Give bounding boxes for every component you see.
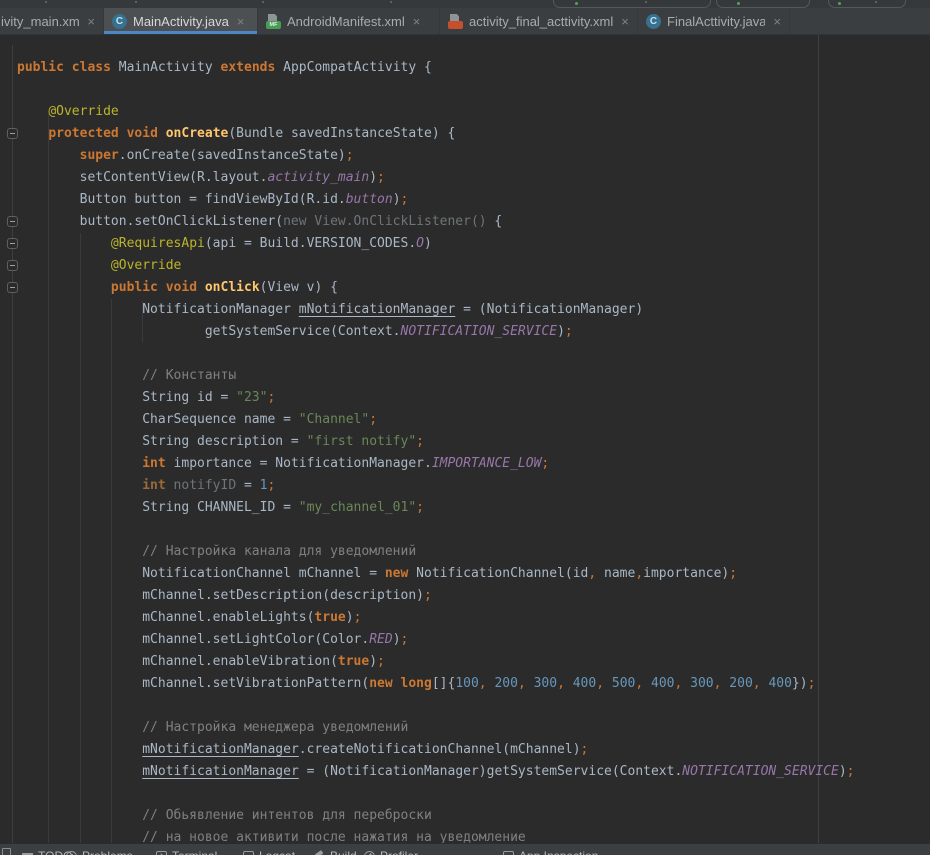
terminal-icon bbox=[156, 851, 167, 855]
main-toolbar-cropped bbox=[0, 0, 930, 8]
code-line: // Константы bbox=[17, 365, 930, 387]
code-line: @Override bbox=[17, 255, 930, 277]
code-line: int notifyID = 1; bbox=[17, 475, 930, 497]
editor-tab-bar: ivity_main.xml × C MainActivity.java × MF Andr… bbox=[0, 8, 930, 35]
tool-window-label: Logcat bbox=[259, 849, 295, 855]
tool-window-button-build[interactable]: Build bbox=[314, 849, 357, 855]
tool-window-label: Build bbox=[330, 849, 357, 855]
tab-label: activity_final_acttivity.xml bbox=[469, 14, 613, 29]
tool-window-button-logcat[interactable]: Logcat bbox=[243, 849, 295, 855]
code-line: @Override bbox=[17, 101, 930, 123]
tab-close-icon[interactable]: × bbox=[413, 15, 421, 28]
app-inspection-icon bbox=[503, 851, 514, 855]
tool-window-bar: TODO Problems Terminal Logcat Build Profiler A… bbox=[0, 843, 930, 855]
code-line: String description = "first notify"; bbox=[17, 431, 930, 453]
tab-label: FinalActtivity.java bbox=[667, 14, 765, 29]
tool-window-button-app-inspection[interactable]: App Inspection bbox=[503, 849, 598, 855]
code-line: mChannel.enableVibration(true); bbox=[17, 651, 930, 673]
debug-icon bbox=[737, 2, 740, 5]
code-line: String id = "23"; bbox=[17, 387, 930, 409]
editor-tab-activity_final_acttivity.xml[interactable]: activity_final_acttivity.xml × bbox=[440, 8, 638, 34]
code-line: super.onCreate(savedInstanceState); bbox=[17, 145, 930, 167]
tab-label: MainActivity.java bbox=[133, 14, 229, 29]
tool-window-label: Profiler bbox=[380, 849, 418, 855]
tab-close-icon[interactable]: × bbox=[87, 15, 95, 28]
android-studio-window: ivity_main.xml × C MainActivity.java × MF Andr… bbox=[0, 0, 930, 855]
java-class-icon: C bbox=[112, 14, 127, 29]
status-dot-icon bbox=[838, 2, 841, 5]
toolbar-icon-fragment bbox=[45, 1, 47, 3]
code-line: mNotificationManager = (NotificationMana… bbox=[17, 761, 930, 783]
code-line bbox=[17, 783, 930, 805]
code-line: // Настройка канала для уведомлений bbox=[17, 541, 930, 563]
tool-window-button-profiler[interactable]: Profiler bbox=[364, 849, 418, 855]
layout-file-icon bbox=[448, 14, 463, 29]
code-line: getSystemService(Context.NOTIFICATION_SE… bbox=[17, 321, 930, 343]
code-line: NotificationManager mNotificationManager… bbox=[17, 299, 930, 321]
tab-close-icon[interactable]: × bbox=[621, 15, 629, 28]
code-line: setContentView(R.layout.activity_main); bbox=[17, 167, 930, 189]
tool-window-button-todo[interactable]: TODO bbox=[22, 849, 72, 855]
tool-window-label: App Inspection bbox=[519, 849, 598, 855]
code-line: mChannel.setLightColor(Color.RED); bbox=[17, 629, 930, 651]
code-line: Button button = findViewById(R.id.button… bbox=[17, 189, 930, 211]
toolbar-icon-fragment bbox=[262, 1, 264, 3]
code-line: @RequiresApi(api = Build.VERSION_CODES.O… bbox=[17, 233, 930, 255]
code-line: CharSequence name = "Channel"; bbox=[17, 409, 930, 431]
tool-window-button-terminal[interactable]: Terminal bbox=[156, 849, 217, 855]
editor-tab-ivity_main.xml[interactable]: ivity_main.xml × bbox=[0, 8, 104, 34]
code-line: NotificationChannel mChannel = new Notif… bbox=[17, 563, 930, 585]
code-line: button.setOnClickListener(new View.OnCli… bbox=[17, 211, 930, 233]
tool-window-label: Problems bbox=[82, 849, 133, 855]
profiler-gauge-icon bbox=[364, 851, 375, 855]
toolbar-icon-fragment bbox=[390, 1, 392, 3]
code-line bbox=[17, 695, 930, 717]
code-line: protected void onCreate(Bundle savedInst… bbox=[17, 123, 930, 145]
code-line: // Обьявление интентов для переброски bbox=[17, 805, 930, 827]
toolbar-icon-fragment bbox=[875, 1, 877, 3]
code-line: public void onClick(View v) { bbox=[17, 277, 930, 299]
java-class-icon: C bbox=[646, 14, 661, 29]
tool-window-button-problems[interactable]: Problems bbox=[66, 849, 133, 855]
code-lines: public class MainActivity extends AppCom… bbox=[0, 35, 930, 843]
code-line: mChannel.setDescription(description); bbox=[17, 585, 930, 607]
logcat-icon bbox=[243, 851, 254, 855]
code-line bbox=[17, 519, 930, 541]
code-line: mNotificationManager.createNotificationC… bbox=[17, 739, 930, 761]
code-line: // на новое активити после нажатия на ув… bbox=[17, 827, 930, 843]
build-hammer-icon bbox=[314, 851, 325, 855]
tab-label: AndroidManifest.xml bbox=[287, 14, 405, 29]
code-line: mChannel.setVibrationPattern(new long[]{… bbox=[17, 673, 930, 695]
code-line: public class MainActivity extends AppCom… bbox=[17, 57, 930, 79]
problems-icon bbox=[66, 851, 77, 855]
tool-window-label: Terminal bbox=[172, 849, 217, 855]
manifest-file-icon: MF bbox=[266, 14, 281, 29]
code-line: String CHANNEL_ID = "my_channel_01"; bbox=[17, 497, 930, 519]
code-editor[interactable]: public class MainActivity extends AppCom… bbox=[0, 35, 930, 843]
code-line bbox=[17, 79, 930, 101]
tab-close-icon[interactable]: × bbox=[773, 15, 781, 28]
tab-close-icon[interactable]: × bbox=[237, 15, 245, 28]
run-buttons-group-fragment bbox=[716, 0, 810, 8]
code-line: mChannel.enableLights(true); bbox=[17, 607, 930, 629]
code-line bbox=[17, 343, 930, 365]
editor-tab-FinalActtivity.java[interactable]: C FinalActtivity.java × bbox=[638, 8, 790, 34]
tool-window-icon-fragment bbox=[2, 848, 11, 855]
code-line: int importance = NotificationManager.IMP… bbox=[17, 453, 930, 475]
tab-label: ivity_main.xml bbox=[1, 14, 79, 29]
toolbar-icon-fragment bbox=[135, 1, 137, 3]
editor-tab-MainActivity.java[interactable]: C MainActivity.java × bbox=[104, 8, 258, 34]
code-line: // Настройка менеджера уведомлений bbox=[17, 717, 930, 739]
toolbar-icon-fragment bbox=[645, 1, 647, 3]
editor-tab-AndroidManifest.xml[interactable]: MF AndroidManifest.xml × bbox=[258, 8, 440, 34]
run-icon bbox=[575, 2, 578, 5]
